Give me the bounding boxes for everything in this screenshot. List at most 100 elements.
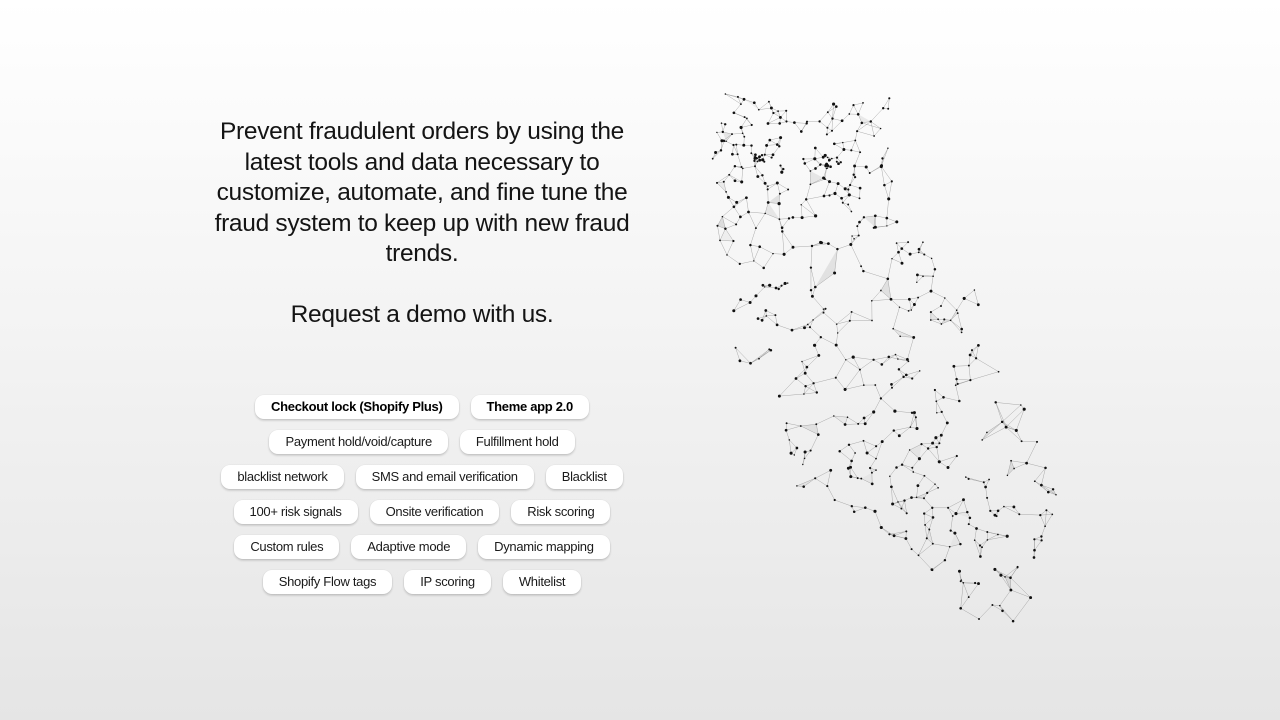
owl-edge xyxy=(930,276,934,292)
owl-edge xyxy=(866,452,877,459)
feature-tag-theme-app[interactable]: Theme app 2.0 xyxy=(470,395,589,419)
feature-tag-custom-rules[interactable]: Custom rules xyxy=(234,535,340,559)
owl-node xyxy=(778,218,781,221)
owl-node xyxy=(720,122,723,124)
feature-tags: Checkout lock (Shopify Plus) Theme app 2… xyxy=(200,395,644,605)
feature-tag-whitelist[interactable]: Whitelist xyxy=(502,570,582,594)
owl-edge xyxy=(999,605,1014,622)
owl-edge xyxy=(721,123,724,132)
feature-tag-blacklist[interactable]: Blacklist xyxy=(545,465,623,489)
owl-node xyxy=(911,377,914,380)
owl-edge xyxy=(750,349,772,364)
owl-node xyxy=(925,537,928,540)
owl-node xyxy=(839,161,842,164)
owl-node xyxy=(825,167,828,170)
feature-tag-onsite-verification[interactable]: Onsite verification xyxy=(369,500,500,524)
owl-node xyxy=(900,463,904,466)
owl-node xyxy=(914,416,917,419)
owl-edge xyxy=(839,444,850,452)
owl-node xyxy=(848,113,851,115)
request-demo-text[interactable]: Request a demo with us. xyxy=(200,300,644,330)
owl-edge xyxy=(863,270,888,280)
owl-node xyxy=(734,346,737,349)
owl-node xyxy=(835,160,838,163)
owl-node xyxy=(988,478,990,481)
owl-edge xyxy=(725,93,745,100)
feature-tag-risk-signals[interactable]: 100+ risk signals xyxy=(233,500,358,524)
owl-node xyxy=(791,216,795,219)
owl-edge xyxy=(725,141,734,146)
owl-node xyxy=(780,170,784,174)
feature-tag-sms-email-verification[interactable]: SMS and email verification xyxy=(355,465,534,489)
owl-node xyxy=(946,466,950,469)
feature-tag-blacklist-network[interactable]: blacklist network xyxy=(221,465,344,489)
owl-node xyxy=(857,234,860,237)
feature-tag-shopify-flow-tags[interactable]: Shopify Flow tags xyxy=(262,570,393,594)
owl-edge xyxy=(1014,462,1027,469)
feature-tag-checkout-lock[interactable]: Checkout lock (Shopify Plus) xyxy=(255,395,459,419)
feature-tag-dynamic-mapping[interactable]: Dynamic mapping xyxy=(478,535,610,559)
owl-edge xyxy=(863,440,868,454)
owl-edge xyxy=(766,314,776,317)
owl-node xyxy=(958,569,961,573)
owl-node xyxy=(915,496,918,499)
owl-edge xyxy=(857,226,859,236)
owl-node xyxy=(804,384,807,388)
owl-edge xyxy=(828,243,838,250)
owl-edge xyxy=(960,582,964,609)
owl-node xyxy=(750,152,753,155)
owl-node xyxy=(912,303,916,306)
owl-edge xyxy=(887,258,893,279)
owl-edge xyxy=(854,165,867,168)
feature-row: Custom rules Adaptive mode Dynamic mappi… xyxy=(200,535,644,570)
owl-edge xyxy=(976,528,988,533)
owl-edge xyxy=(767,182,778,187)
owl-edge xyxy=(755,213,766,229)
owl-edge xyxy=(910,417,917,428)
owl-edge xyxy=(839,451,852,462)
owl-node xyxy=(756,317,760,320)
feature-tag-fulfillment-hold[interactable]: Fulfillment hold xyxy=(459,430,575,454)
owl-edge xyxy=(717,225,721,241)
owl-edge xyxy=(792,245,813,248)
owl-edge xyxy=(820,336,837,346)
owl-edge xyxy=(815,478,828,487)
owl-node xyxy=(756,175,760,178)
owl-node xyxy=(955,309,958,311)
owl-node xyxy=(800,204,802,206)
owl-node xyxy=(887,197,891,201)
owl-node xyxy=(917,457,921,461)
feature-tag-payment-hold[interactable]: Payment hold/void/capture xyxy=(269,430,448,454)
owl-node xyxy=(803,162,807,165)
owl-edge xyxy=(779,189,789,195)
owl-node xyxy=(735,200,739,204)
feature-tag-risk-scoring[interactable]: Risk scoring xyxy=(511,500,611,524)
owl-node xyxy=(886,277,890,281)
owl-node xyxy=(790,328,794,332)
owl-node xyxy=(907,310,910,312)
owl-edge xyxy=(934,389,944,398)
owl-node xyxy=(777,202,781,206)
owl-edge xyxy=(911,548,919,556)
owl-node xyxy=(722,180,725,183)
owl-node xyxy=(719,239,721,242)
owl-edge xyxy=(995,402,1003,422)
owl-node xyxy=(724,93,727,95)
owl-node xyxy=(766,201,770,204)
owl-edge xyxy=(736,197,747,203)
owl-node xyxy=(888,97,891,100)
owl-node xyxy=(775,143,779,146)
owl-node xyxy=(815,391,819,394)
owl-node xyxy=(900,247,904,250)
owl-edge xyxy=(850,244,862,267)
owl-edge xyxy=(835,344,847,360)
feature-tag-adaptive-mode[interactable]: Adaptive mode xyxy=(351,535,467,559)
owl-node xyxy=(1013,467,1015,470)
owl-node xyxy=(802,485,805,488)
feature-tag-ip-scoring[interactable]: IP scoring xyxy=(404,570,491,594)
owl-edge xyxy=(936,447,940,462)
owl-edge xyxy=(898,369,904,378)
owl-node xyxy=(910,496,913,499)
owl-edge xyxy=(1044,510,1047,527)
owl-node xyxy=(1010,459,1012,462)
